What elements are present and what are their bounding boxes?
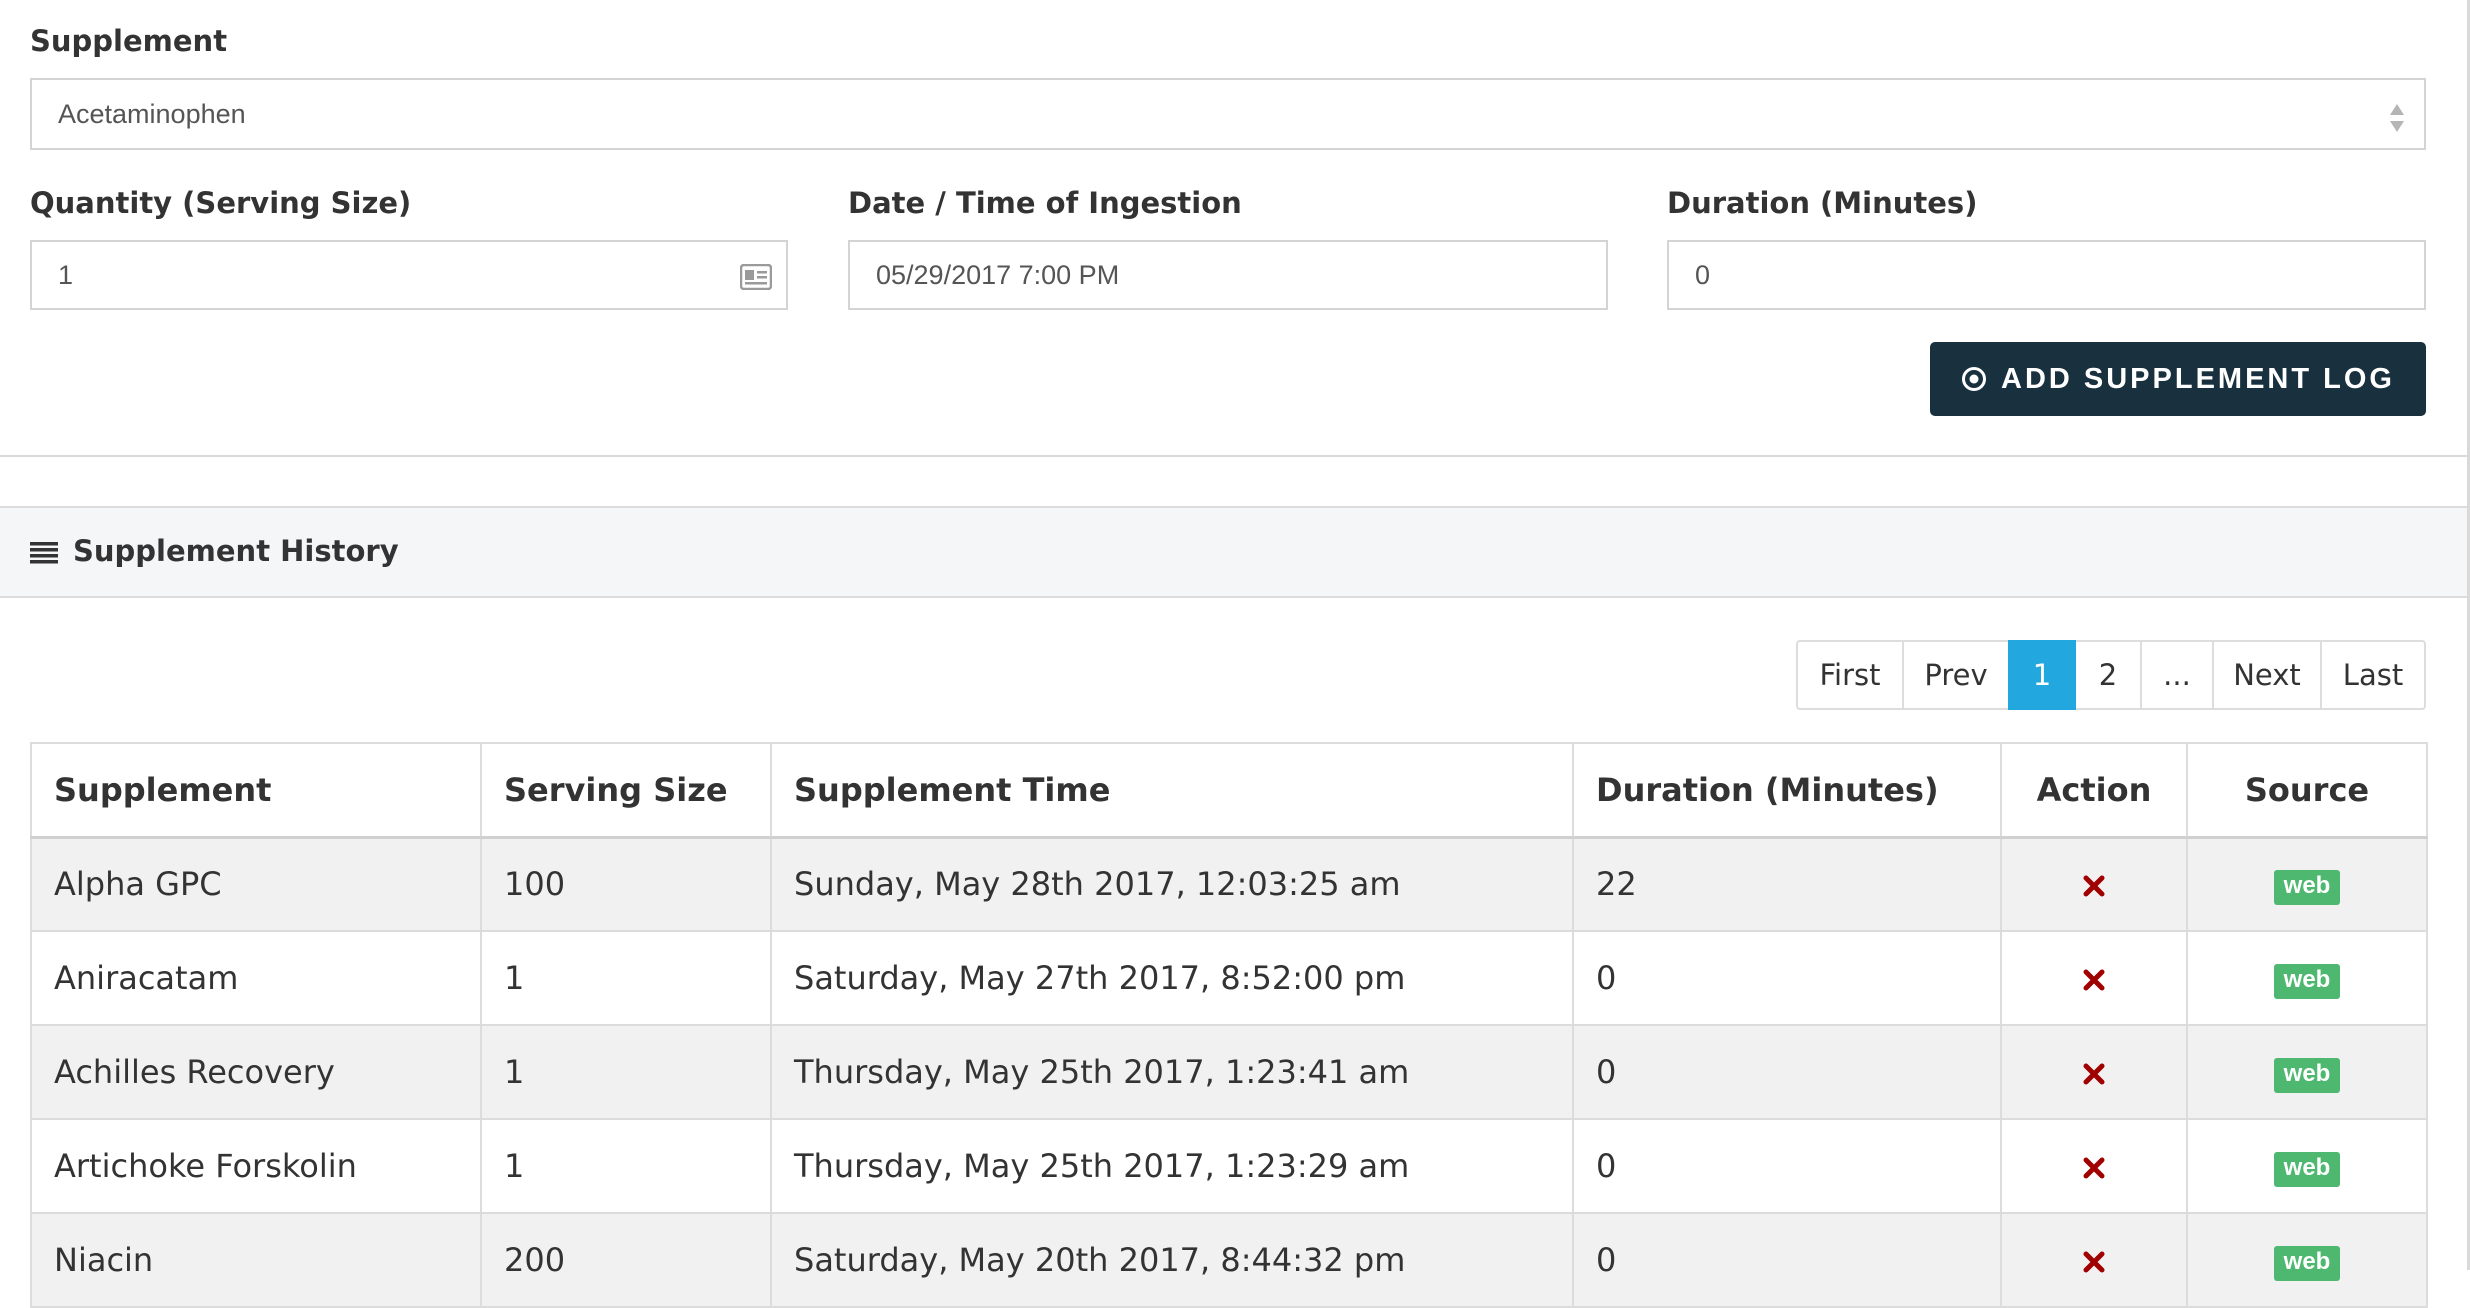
add-supplement-log-button[interactable]: ADD SUPPLEMENT LOG [1930,342,2426,416]
supplement-label: Supplement [30,24,228,58]
source-badge: web [2273,1058,2341,1093]
page-2-button[interactable]: 2 [2074,640,2142,710]
dot-circle-icon [1962,367,1987,391]
cell-supplement: Aniracatam [30,930,482,1026]
duration-label: Duration (Minutes) [1667,186,1978,220]
cell-serving: 1 [480,1024,772,1120]
cell-source: web [2186,1212,2428,1308]
table-row: Artichoke Forskolin 1 Thursday, May 25th… [30,1118,2428,1214]
table-row: Achilles Recovery 1 Thursday, May 25th 2… [30,1024,2428,1120]
source-badge: web [2273,1152,2341,1187]
cell-supplement: Niacin [30,1212,482,1308]
cell-duration: 0 [1572,930,2002,1026]
cell-serving: 1 [480,930,772,1026]
col-serving-size[interactable]: Serving Size [480,742,772,839]
cell-duration: 22 [1572,836,2002,932]
duration-value: 0 [1695,259,1711,290]
delete-icon[interactable] [2082,968,2106,992]
id-card-icon [740,264,772,290]
delete-icon[interactable] [2082,874,2106,898]
cell-time: Saturday, May 27th 2017, 8:52:00 pm [770,930,1574,1026]
cell-action [2000,930,2188,1026]
select-arrows-icon [2390,104,2404,132]
history-title: Supplement History [73,534,399,568]
cell-duration: 0 [1572,1212,2002,1308]
cell-supplement: Achilles Recovery [30,1024,482,1120]
page-first-button[interactable]: First [1796,640,1904,710]
cell-supplement: Alpha GPC [30,836,482,932]
datetime-value: 05/29/2017 7:00 PM [876,259,1120,290]
col-source: Source [2186,742,2428,839]
cell-supplement: Artichoke Forskolin [30,1118,482,1214]
col-action: Action [2000,742,2188,839]
datetime-label: Date / Time of Ingestion [848,186,1242,220]
page-last-button[interactable]: Last [2320,640,2426,710]
duration-input[interactable]: 0 [1667,240,2426,310]
table-row: Alpha GPC 100 Sunday, May 28th 2017, 12:… [30,836,2428,932]
source-badge: web [2273,870,2341,906]
cell-serving: 1 [480,1118,772,1214]
delete-icon[interactable] [2082,1062,2106,1086]
cell-serving: 100 [480,836,772,932]
delete-icon[interactable] [2082,1156,2106,1180]
cell-action [2000,1024,2188,1120]
table-header-row: Supplement Serving Size Supplement Time … [30,742,2428,839]
source-badge: web [2273,964,2341,999]
quantity-input[interactable]: 1 [30,240,788,310]
col-duration[interactable]: Duration (Minutes) [1572,742,2002,839]
cell-source: web [2186,836,2428,932]
add-button-label: ADD SUPPLEMENT LOG [2001,362,2395,395]
cell-time: Sunday, May 28th 2017, 12:03:25 am [770,836,1574,932]
supplement-select-value: Acetaminophen [58,98,246,129]
cell-time: Thursday, May 25th 2017, 1:23:29 am [770,1118,1574,1214]
cell-source: web [2186,1024,2428,1120]
quantity-label: Quantity (Serving Size) [30,186,412,220]
cell-serving: 200 [480,1212,772,1308]
supplement-select[interactable]: Acetaminophen [30,78,2426,150]
page-ellipsis: ... [2140,640,2214,710]
list-icon [30,542,58,564]
page-prev-button[interactable]: Prev [1902,640,2010,710]
cell-source: web [2186,930,2428,1026]
cell-time: Saturday, May 20th 2017, 8:44:32 pm [770,1212,1574,1308]
cell-action [2000,1118,2188,1214]
cell-source: web [2186,1118,2428,1214]
col-supplement-time[interactable]: Supplement Time [770,742,1574,839]
history-table: Supplement Serving Size Supplement Time … [30,742,2428,1308]
section-divider [0,455,2467,457]
cell-duration: 0 [1572,1118,2002,1214]
table-row: Aniracatam 1 Saturday, May 27th 2017, 8:… [30,930,2428,1026]
datetime-input[interactable]: 05/29/2017 7:00 PM [848,240,1608,310]
quantity-value: 1 [58,259,74,290]
table-row: Niacin 200 Saturday, May 20th 2017, 8:44… [30,1212,2428,1308]
col-supplement[interactable]: Supplement [30,742,482,839]
cell-time: Thursday, May 25th 2017, 1:23:41 am [770,1024,1574,1120]
page-1-button[interactable]: 1 [2008,640,2076,710]
source-badge: web [2273,1246,2341,1281]
page-next-button[interactable]: Next [2212,640,2322,710]
cell-action [2000,836,2188,932]
cell-action [2000,1212,2188,1308]
history-header: Supplement History [0,506,2467,598]
pagination: First Prev 1 2 ... Next Last [1796,640,2426,710]
cell-duration: 0 [1572,1024,2002,1120]
delete-icon[interactable] [2082,1250,2106,1274]
